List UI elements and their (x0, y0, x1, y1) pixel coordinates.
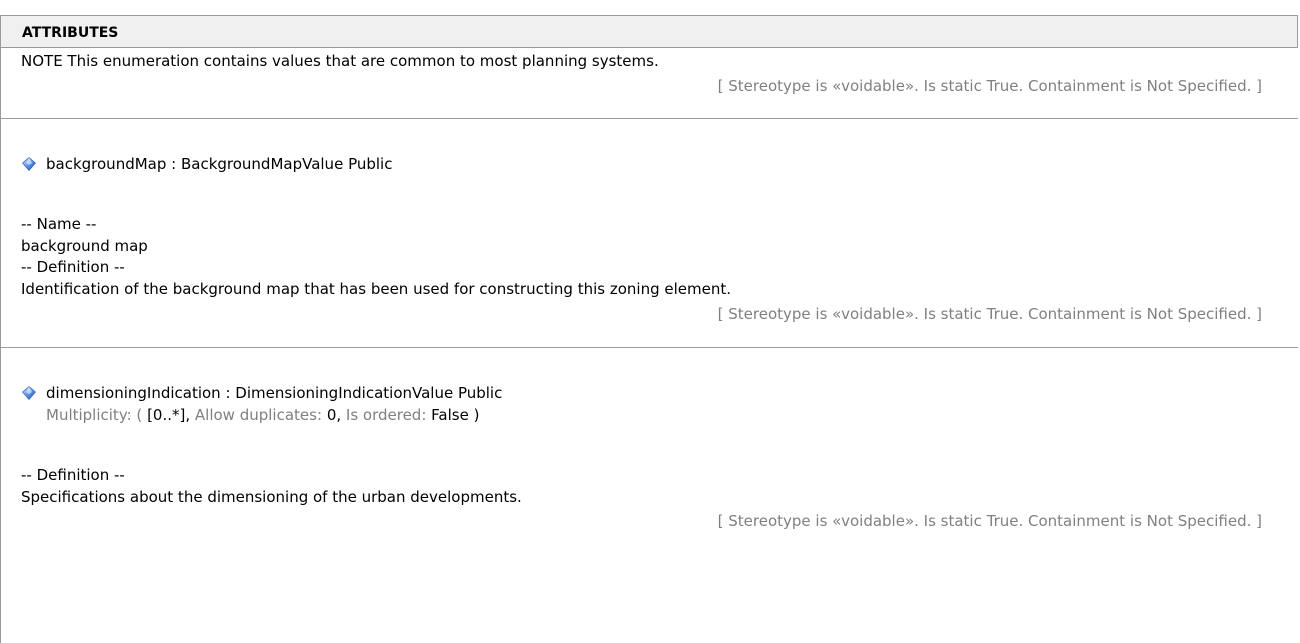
attribute-stereotype-meta: [ Stereotype is «voidable». Is static Tr… (717, 305, 1262, 323)
left-border (0, 48, 1, 643)
divider (0, 118, 1298, 119)
attribute-stereotype-meta: [ Stereotype is «voidable». Is static Tr… (717, 512, 1262, 530)
definition-header: -- Definition -- (21, 466, 125, 484)
attribute-diamond-icon (22, 157, 36, 171)
definition-value: Specifications about the dimensioning of… (21, 488, 522, 506)
section-header: ATTRIBUTES (0, 15, 1298, 48)
duplicates-value: 0, (326, 406, 342, 424)
multiplicity-line: Multiplicity: ( [0..*], Allow duplicates… (46, 406, 479, 424)
ordered-label: Is ordered: (345, 406, 427, 424)
attributes-page: ATTRIBUTES NOTE This enumeration contain… (0, 0, 1300, 643)
attribute-diamond-icon (22, 386, 36, 400)
divider (0, 347, 1298, 348)
enumeration-note: NOTE This enumeration contains values th… (21, 52, 659, 70)
attribute-signature: dimensioningIndication : DimensioningInd… (46, 384, 503, 402)
name-header: -- Name -- (21, 215, 97, 233)
multiplicity-value: [0..*], (147, 406, 191, 424)
name-value: background map (21, 237, 148, 255)
multiplicity-label: Multiplicity: ( (46, 406, 143, 424)
definition-header: -- Definition -- (21, 258, 125, 276)
note-stereotype-meta: [ Stereotype is «voidable». Is static Tr… (717, 77, 1262, 95)
attribute-signature: backgroundMap : BackgroundMapValue Publi… (46, 155, 393, 173)
ordered-value: False ) (431, 406, 480, 424)
definition-value: Identification of the background map tha… (21, 280, 731, 298)
duplicates-label: Allow duplicates: (194, 406, 323, 424)
section-title: ATTRIBUTES (22, 25, 119, 41)
